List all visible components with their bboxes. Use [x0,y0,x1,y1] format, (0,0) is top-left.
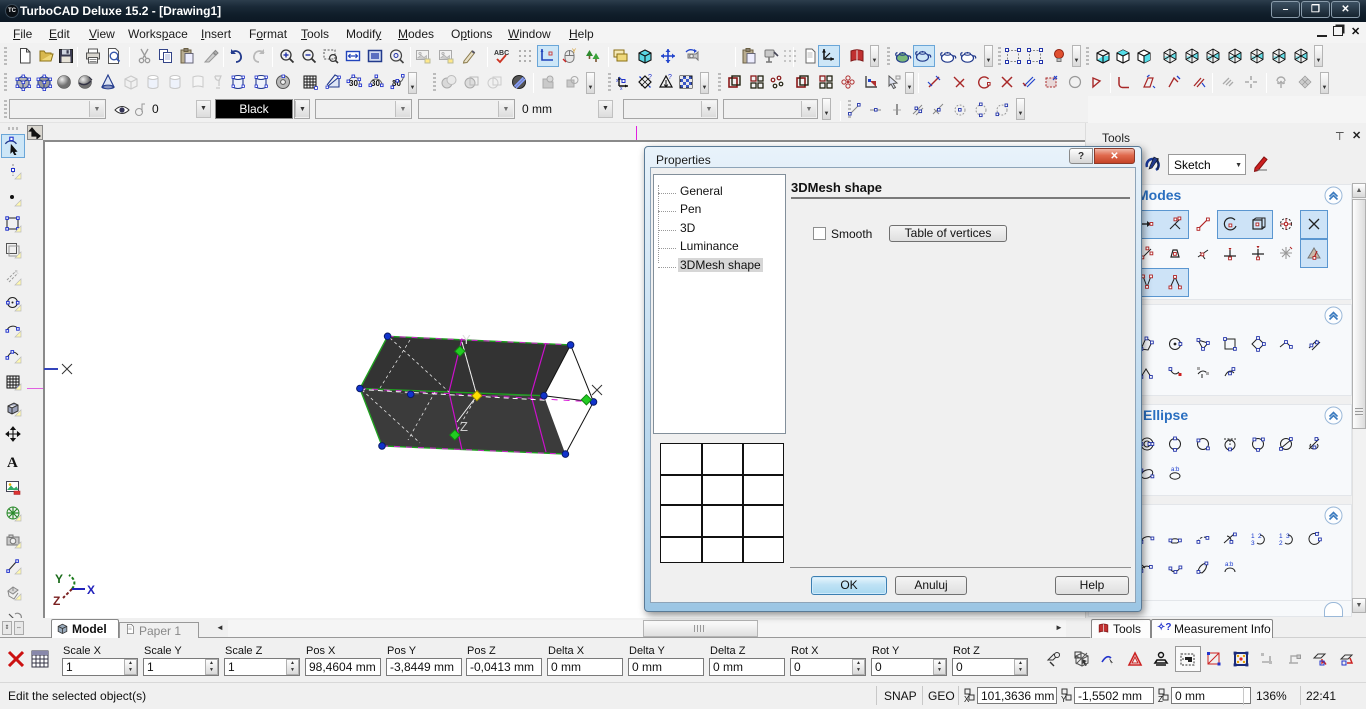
svg-text:?: ? [648,74,652,81]
svg-text:?: ? [668,74,672,81]
svg-text:Z: Z [1158,695,1163,704]
svg-text:X: X [964,695,970,704]
svg-text:1: 1 [1251,533,1255,540]
svg-text:Y: Y [572,49,576,55]
svg-text:3: 3 [1251,540,1255,547]
svg-text:Y: Y [1061,695,1067,704]
svg-text:a:b: a:b [1171,467,1180,473]
svg-text:A: A [7,455,18,470]
svg-text:30: 30 [349,79,358,88]
svg-text:Z: Z [53,594,60,608]
svg-text:3: 3 [1286,533,1290,540]
svg-text:2: 2 [1258,533,1262,540]
svg-text:X: X [87,583,95,597]
svg-text:2: 2 [1279,540,1283,547]
svg-text:Y: Y [55,572,63,586]
svg-text:Z: Z [460,419,468,434]
svg-text:a:b: a:b [1225,562,1234,568]
svg-text:1: 1 [1279,533,1283,540]
svg-text:x: x [620,86,623,91]
svg-text:ABC: ABC [494,50,509,57]
svg-text:Y: Y [462,332,471,347]
